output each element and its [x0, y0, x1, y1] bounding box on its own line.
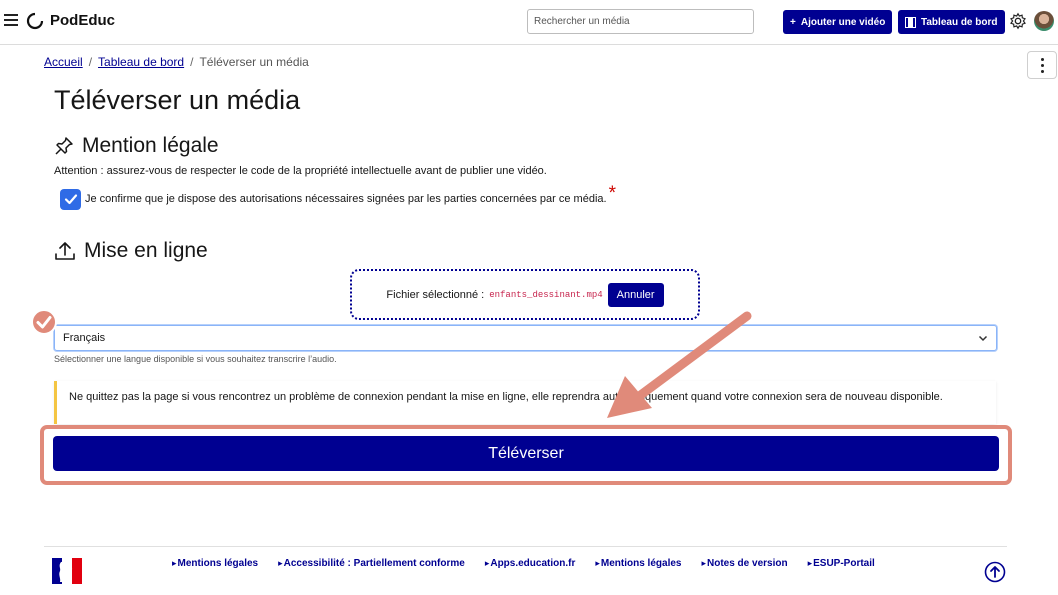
marianne-logo [52, 558, 82, 584]
add-video-label: Ajouter une vidéo [800, 16, 886, 28]
page-title: Téléverser un média [54, 85, 301, 115]
footer [44, 546, 1007, 595]
cancel-button[interactable]: Annuler [607, 282, 664, 307]
footer-link-legal-2[interactable]: Mentions légales [595, 558, 682, 569]
upload-icon [55, 242, 75, 260]
brand-name[interactable]: PodEduc [50, 12, 115, 29]
legal-notice: Attention : assurez-vous de respecter le… [54, 165, 547, 177]
pin-icon [55, 137, 73, 155]
top-navbar: PodEduc + Ajouter une vidéo Tableau de b… [0, 0, 1058, 45]
gear-icon[interactable] [1009, 12, 1027, 30]
footer-links: Mentions légales Accessibilité : Partiel… [172, 558, 875, 569]
upload-button[interactable]: Téléverser [53, 436, 999, 471]
film-icon [905, 16, 916, 28]
checkmark-badge-icon [31, 309, 57, 335]
file-name: enfants_dessinant.mp4 [489, 289, 603, 300]
dashboard-button[interactable]: Tableau de bord [898, 10, 1005, 34]
legal-section-label: Mention légale [82, 134, 219, 157]
breadcrumb-home[interactable]: Accueil [44, 55, 83, 69]
search-input[interactable] [527, 9, 754, 34]
consent-checkbox[interactable] [60, 188, 81, 210]
language-value: Français [63, 332, 106, 344]
required-mark: * [608, 183, 616, 204]
footer-link-legal[interactable]: Mentions légales [172, 558, 259, 569]
footer-link-accessibility[interactable]: Accessibilité : Partiellement conforme [278, 558, 465, 569]
connection-warning: Ne quittez pas la page si vous rencontre… [54, 381, 996, 424]
logo-icon [26, 12, 44, 30]
language-help: Sélectionner une langue disponible si vo… [54, 354, 337, 364]
consent-label: Je confirme que je dispose des autorisat… [85, 193, 607, 205]
add-video-button[interactable]: + Ajouter une vidéo [783, 10, 893, 34]
breadcrumb-current: Téléverser un média [199, 55, 309, 69]
upload-section-title: Mise en ligne [54, 239, 208, 263]
file-selected-label: Fichier sélectionné : [386, 288, 485, 301]
upload-section-label: Mise en ligne [84, 239, 208, 262]
check-icon [64, 194, 77, 205]
legal-section-title: Mention légale [54, 134, 219, 158]
footer-link-esup[interactable]: ESUP-Portail [808, 558, 875, 569]
dashboard-label: Tableau de bord [921, 16, 998, 28]
file-dropzone[interactable]: Fichier sélectionné : enfants_dessinant.… [350, 269, 700, 320]
chevron-down-icon [978, 335, 988, 342]
avatar[interactable] [1034, 11, 1054, 31]
consent-row: Je confirme que je dispose des autorisat… [60, 183, 616, 210]
breadcrumb: Accueil / Tableau de bord / Téléverser un mé… [44, 55, 309, 69]
plus-icon: + [790, 16, 796, 28]
kebab-icon[interactable] [1027, 51, 1057, 79]
arrow-up-icon[interactable] [984, 561, 1006, 583]
menu-icon[interactable] [4, 14, 18, 28]
footer-link-apps[interactable]: Apps.education.fr [485, 558, 575, 569]
footer-link-release-notes[interactable]: Notes de version [701, 558, 788, 569]
breadcrumb-dashboard[interactable]: Tableau de bord [98, 55, 184, 69]
language-select[interactable]: Français [54, 325, 997, 351]
